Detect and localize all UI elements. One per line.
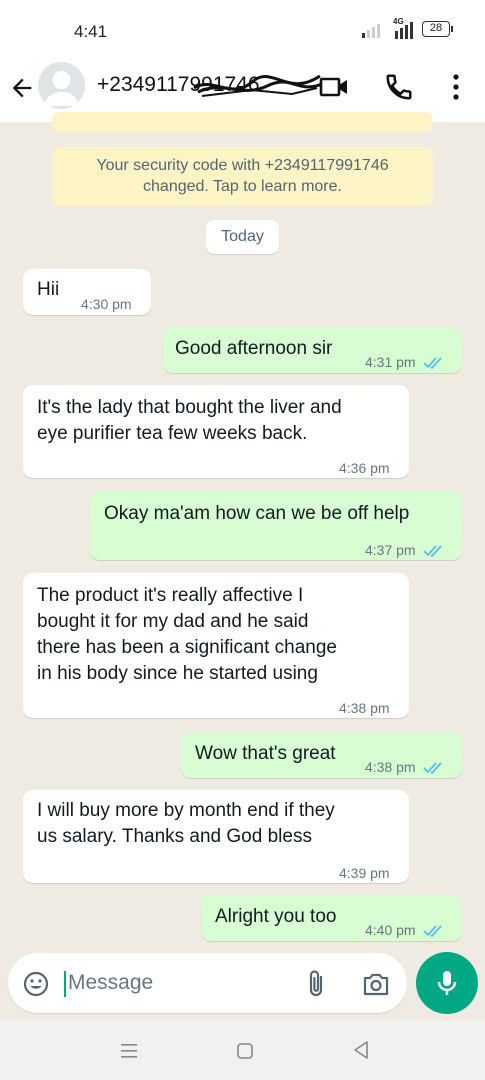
- message-text: us salary. Thanks and God bless: [37, 826, 312, 847]
- more-options-icon[interactable]: [448, 72, 464, 102]
- mic-icon: [437, 971, 457, 995]
- message-text: I will buy more by month end if they: [37, 800, 335, 821]
- message-text: there has been a significant change: [37, 637, 337, 658]
- message-time: 4:36 pm: [339, 460, 390, 476]
- message-time: 4:38 pm: [365, 759, 416, 775]
- message-text: bought it for my dad and he said: [37, 611, 309, 632]
- message-text: Hii: [37, 279, 60, 300]
- signal-weak-icon: [362, 24, 380, 38]
- recent-apps-icon[interactable]: [120, 1042, 138, 1060]
- phone-icon[interactable]: [384, 72, 414, 102]
- home-icon[interactable]: [236, 1042, 254, 1060]
- message-text: Wow that's great: [195, 743, 336, 764]
- camera-icon[interactable]: [361, 970, 391, 998]
- read-ticks-icon: [423, 545, 443, 558]
- chat-area: Your security code with +2349117991746 c…: [0, 112, 485, 941]
- message-input[interactable]: Message: [68, 971, 153, 995]
- video-call-icon[interactable]: [318, 72, 350, 102]
- avatar-icon: [44, 71, 79, 106]
- partial-system-banner[interactable]: [52, 112, 433, 132]
- read-ticks-icon: [423, 925, 443, 938]
- message-text: It's the lady that bought the liver and: [37, 397, 342, 418]
- avatar[interactable]: [38, 62, 85, 109]
- message-text: Good afternoon sir: [175, 338, 333, 359]
- message-text: Alright you too: [215, 906, 337, 927]
- message-time: 4:31 pm: [365, 354, 416, 370]
- back-arrow-icon[interactable]: [8, 74, 36, 102]
- message-time: 4:37 pm: [365, 542, 416, 558]
- message-time: 4:30 pm: [81, 296, 132, 312]
- read-ticks-icon: [423, 357, 443, 370]
- message-time: 4:39 pm: [339, 865, 390, 881]
- message-bubble-incoming[interactable]: Hii 4:30 pm: [23, 269, 151, 315]
- message-text: The product it's really affective I: [37, 585, 304, 606]
- security-banner-line2: changed. Tap to learn more.: [143, 178, 342, 195]
- message-bubble-outgoing[interactable]: Okay ma'am how can we be off help 4:37 p…: [90, 491, 462, 560]
- message-composer: Message: [8, 953, 407, 1013]
- emoji-icon[interactable]: [22, 970, 50, 998]
- message-bubble-outgoing[interactable]: Alright you too 4:40 pm: [201, 895, 462, 941]
- signal-strong-icon: [395, 22, 413, 39]
- attach-icon[interactable]: [305, 969, 327, 999]
- system-nav-bar: [0, 1020, 485, 1080]
- message-text: eye purifier tea few weeks back.: [37, 423, 308, 444]
- security-code-banner[interactable]: Your security code with +2349117991746 c…: [52, 147, 433, 206]
- status-bar: 4:41 4G 28: [0, 0, 485, 56]
- redaction-scribble: [193, 74, 323, 97]
- message-bubble-incoming[interactable]: It's the lady that bought the liver and …: [23, 385, 409, 478]
- battery-icon: 28: [422, 21, 453, 37]
- message-time: 4:38 pm: [339, 700, 390, 716]
- message-bubble-outgoing[interactable]: Wow that's great 4:38 pm: [181, 732, 462, 778]
- message-text: in his body since he started using: [37, 663, 318, 684]
- status-time: 4:41: [74, 22, 108, 41]
- text-cursor: [64, 971, 66, 997]
- message-text: Okay ma'am how can we be off help: [104, 503, 410, 524]
- security-banner-line1: Your security code with +2349117991746: [96, 157, 389, 174]
- date-chip: Today: [206, 220, 279, 254]
- message-bubble-incoming[interactable]: The product it's really affective I boug…: [23, 573, 409, 718]
- message-bubble-incoming[interactable]: I will buy more by month end if they us …: [23, 790, 409, 883]
- back-triangle-icon[interactable]: [352, 1040, 370, 1060]
- read-ticks-icon: [423, 762, 443, 775]
- message-bubble-outgoing[interactable]: Good afternoon sir 4:31 pm: [163, 327, 462, 373]
- message-time: 4:40 pm: [365, 922, 416, 938]
- mic-button[interactable]: [416, 952, 478, 1014]
